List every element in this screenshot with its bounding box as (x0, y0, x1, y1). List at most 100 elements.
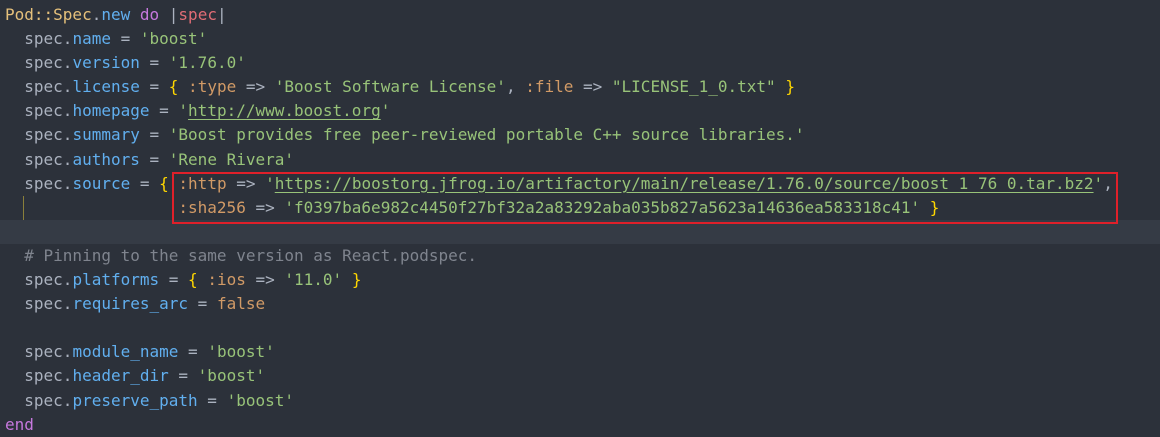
code-line[interactable]: spec.homepage = 'http://www.boost.org' (0, 99, 1160, 123)
token-str: 'f0397ba6e982c4450f27bf32a2a83292aba035b… (284, 197, 921, 217)
token-plain: spec. (5, 294, 73, 314)
token-method: version (72, 53, 140, 73)
token-method: platforms (72, 270, 160, 290)
token-str: 'boost' (197, 366, 266, 386)
token-plain: , (1103, 173, 1113, 193)
code-line[interactable]: spec.license = { :type => 'Boost Softwar… (0, 75, 1160, 99)
token-kw: do (139, 5, 160, 24)
token-plain: = (178, 342, 208, 362)
token-method: source (72, 173, 131, 193)
token-const: Pod::Spec (5, 5, 92, 24)
token-brace: } (929, 197, 940, 217)
code-line[interactable]: end (0, 413, 1160, 437)
token-method: homepage (72, 101, 150, 121)
token-plain: spec. (5, 149, 73, 169)
token-plain: = (139, 125, 169, 145)
token-sym: :file (525, 77, 574, 97)
token-method: authors (72, 149, 140, 169)
token-link[interactable]: http://www.boost.org (188, 101, 381, 120)
token-plain: => (226, 173, 266, 193)
token-str: '1.76.0' (168, 53, 246, 73)
token-plain: spec. (5, 53, 73, 73)
token-plain: = (139, 53, 169, 73)
token-plain: spec. (5, 29, 73, 49)
code-line[interactable]: spec.preserve_path = 'boost' (0, 389, 1160, 413)
token-plain: = (139, 149, 169, 169)
token-plain: spec. (5, 366, 73, 386)
token-str: ' (178, 101, 189, 121)
token-plain: => (573, 77, 612, 97)
token-plain: , (505, 77, 526, 97)
token-str: "LICENSE_1_0.txt" (611, 77, 776, 97)
token-plain: | (216, 5, 227, 24)
token-plain: spec. (5, 390, 73, 410)
token-method: name (72, 29, 111, 49)
token-plain: => (245, 270, 285, 290)
code-line[interactable]: spec.header_dir = 'boost' (0, 364, 1160, 388)
token-str: 'boost' (139, 29, 208, 49)
token-method: preserve_path (72, 390, 198, 410)
token-kw: end (5, 414, 34, 434)
token-method: requires_arc (72, 294, 189, 314)
token-sym: :sha256 (178, 197, 246, 217)
token-str: 'Boost provides free peer-reviewed porta… (168, 125, 805, 145)
token-plain: = (130, 173, 160, 193)
code-line[interactable]: spec.platforms = { :ios => '11.0' } (0, 268, 1160, 292)
token-plain: spec. (5, 77, 73, 97)
token-plain: spec. (5, 342, 73, 362)
code-line[interactable]: spec.source = { :http => 'https://boosto… (0, 172, 1160, 196)
code-line[interactable]: spec.summary = 'Boost provides free peer… (0, 123, 1160, 147)
code-line[interactable]: spec.version = '1.76.0' (0, 51, 1160, 75)
token-plain: spec. (5, 125, 73, 145)
code-line[interactable]: # Pinning to the same version as React.p… (0, 244, 1160, 268)
code-line[interactable]: spec.authors = 'Rene Rivera' (0, 148, 1160, 172)
token-brace: { (188, 270, 198, 290)
empty-code-line[interactable] (0, 219, 1160, 244)
token-method: summary (72, 125, 140, 145)
token-plain: = (149, 101, 179, 121)
code-editor[interactable]: Pod::Spec.new do |spec| spec.name = 'boo… (0, 3, 1160, 437)
token-plain: => (236, 77, 275, 97)
code-line[interactable]: spec.module_name = 'boost' (0, 340, 1160, 364)
token-method: header_dir (72, 366, 169, 386)
token-str: ' (265, 173, 275, 193)
token-plain: = (159, 270, 189, 290)
token-plain: . (91, 5, 102, 24)
token-plain: | (159, 5, 179, 24)
token-str: 'Boost Software License' (274, 77, 506, 97)
token-brace: } (785, 77, 795, 97)
indent-guide (23, 195, 24, 220)
token-brace: { (159, 173, 169, 193)
token-plain: spec. (5, 270, 73, 290)
token-plain: = (197, 390, 227, 410)
code-line[interactable]: spec.name = 'boost' (0, 27, 1160, 51)
token-plain: spec. (5, 101, 73, 121)
token-param: spec (178, 5, 217, 24)
token-plain: spec. (5, 173, 73, 193)
token-str: '11.0' (284, 270, 343, 290)
token-str: 'boost' (226, 390, 295, 410)
code-line[interactable]: spec.requires_arc = false (0, 292, 1160, 316)
token-sym: :type (178, 77, 237, 97)
token-plain: => (245, 197, 285, 217)
token-link[interactable]: https://boostorg.jfrog.io/artifactory/ma… (275, 174, 1094, 193)
token-plain: = (139, 77, 169, 97)
token-str: 'boost' (207, 342, 275, 362)
token-brace: { (168, 77, 179, 97)
token-str: ' (1093, 173, 1104, 193)
token-sym: :http (168, 173, 227, 193)
token-str: 'Rene Rivera' (168, 149, 295, 169)
token-plain: = (188, 294, 217, 314)
code-line[interactable]: :sha256 => 'f0397ba6e982c4450f27bf32a2a8… (0, 195, 1160, 220)
empty-code-line[interactable] (0, 316, 1160, 340)
token-brace: } (351, 270, 362, 290)
code-line[interactable]: Pod::Spec.new do |spec| (0, 3, 1160, 27)
token-comment: # Pinning to the same version as React.p… (5, 245, 478, 265)
token-str: ' (380, 101, 391, 121)
token-method: module_name (72, 342, 179, 362)
